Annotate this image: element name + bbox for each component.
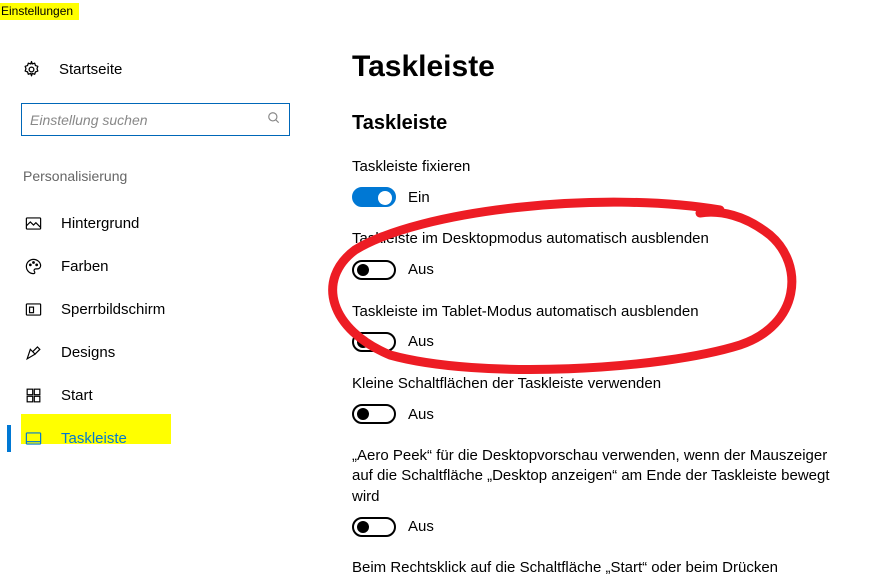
search-box[interactable] [21, 103, 290, 136]
page-title: Taskleiste [352, 50, 849, 84]
sidebar-item-designs[interactable]: Designs [21, 331, 290, 374]
sidebar-item-taskleiste[interactable]: Taskleiste [21, 417, 290, 460]
home-link[interactable]: Startseite [21, 50, 290, 89]
toggle-small-buttons[interactable] [352, 404, 396, 424]
lockscreen-icon [23, 300, 43, 319]
search-input[interactable] [30, 112, 267, 128]
setting-fixieren: Taskleiste fixieren Ein [352, 157, 832, 207]
setting-aero-peek: „Aero Peek“ für die Desktopvorschau verw… [352, 446, 832, 537]
toggle-state: Aus [408, 518, 434, 535]
cutoff-text: Beim Rechtsklick auf die Schaltfläche „S… [352, 559, 832, 576]
sidebar-item-sperrbildschirm[interactable]: Sperrbildschirm [21, 288, 290, 331]
gear-icon [21, 60, 41, 79]
sidebar-item-farben[interactable]: Farben [21, 245, 290, 288]
setting-label: Taskleiste fixieren [352, 157, 832, 177]
setting-small-buttons: Kleine Schaltflächen der Taskleiste verw… [352, 374, 832, 424]
setting-label: Kleine Schaltflächen der Taskleiste verw… [352, 374, 832, 394]
designs-icon [23, 343, 43, 362]
main-content: Taskleiste Taskleiste Taskleiste fixiere… [310, 50, 869, 576]
palette-icon [23, 257, 43, 276]
sidebar-item-label: Start [61, 387, 93, 404]
sidebar-item-label: Taskleiste [61, 430, 127, 447]
sidebar-item-label: Hintergrund [61, 215, 139, 232]
search-icon [267, 111, 281, 128]
toggle-state: Aus [408, 261, 434, 278]
toggle-state: Aus [408, 406, 434, 423]
toggle-fixieren[interactable] [352, 187, 396, 207]
start-icon [23, 386, 43, 405]
sidebar-item-hintergrund[interactable]: Hintergrund [21, 202, 290, 245]
toggle-state: Aus [408, 333, 434, 350]
toggle-desktop-hide[interactable] [352, 260, 396, 280]
sidebar-item-label: Farben [61, 258, 109, 275]
picture-icon [23, 214, 43, 233]
setting-desktop-hide: Taskleiste im Desktopmodus automatisch a… [352, 229, 832, 279]
sidebar-item-label: Designs [61, 344, 115, 361]
toggle-aero-peek[interactable] [352, 517, 396, 537]
setting-label: „Aero Peek“ für die Desktopvorschau verw… [352, 446, 832, 507]
app-title: Einstellungen [0, 3, 79, 20]
sidebar-item-start[interactable]: Start [21, 374, 290, 417]
sidebar-item-label: Sperrbildschirm [61, 301, 165, 318]
section-header: Personalisierung [21, 168, 290, 184]
setting-label: Taskleiste im Tablet-Modus automatisch a… [352, 302, 832, 322]
home-label: Startseite [59, 61, 122, 78]
toggle-tablet-hide[interactable] [352, 332, 396, 352]
setting-label: Taskleiste im Desktopmodus automatisch a… [352, 229, 832, 249]
section-subhead: Taskleiste [352, 112, 849, 135]
setting-tablet-hide: Taskleiste im Tablet-Modus automatisch a… [352, 302, 832, 352]
sidebar: Startseite Personalisierung Hintergrund … [0, 50, 310, 576]
taskbar-icon [23, 429, 43, 448]
toggle-state: Ein [408, 189, 430, 206]
